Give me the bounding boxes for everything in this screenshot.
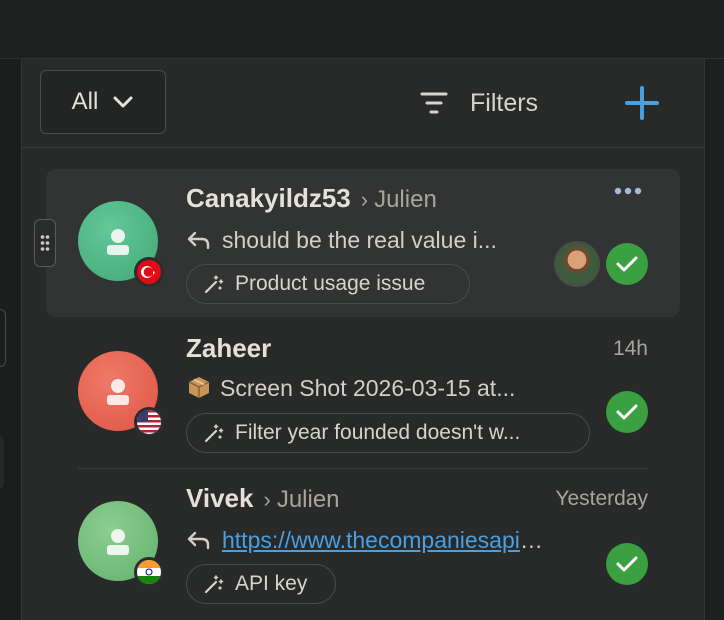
conversation-tag[interactable]: Filter year founded doesn't w... <box>186 413 590 453</box>
magic-wand-icon <box>204 575 224 594</box>
checkmark-icon <box>616 556 638 572</box>
timestamp: 14h <box>612 337 648 360</box>
status-filter-value: All <box>71 88 99 115</box>
package-emoji-icon <box>188 377 210 398</box>
left-sidebar-edge <box>0 59 22 620</box>
top-bar <box>0 0 724 59</box>
filters-label: Filters <box>470 88 539 117</box>
contact-name: Zaheer <box>186 333 272 363</box>
more-options-icon[interactable] <box>614 187 642 195</box>
conversation-item[interactable]: Zaheer 14h Screen Shot 2026-03-15 at... … <box>46 319 680 467</box>
user-silhouette-icon <box>107 529 129 555</box>
user-silhouette-icon <box>107 229 129 255</box>
assigned-agent-avatar <box>554 241 600 287</box>
resolve-check-button[interactable] <box>606 543 648 585</box>
magic-wand-icon <box>204 424 224 443</box>
reply-icon <box>187 231 210 250</box>
message-preview: should be the real value i... <box>186 227 546 254</box>
conversation-tag[interactable]: Product usage issue <box>186 264 470 304</box>
message-preview: Screen Shot 2026-03-15 at... <box>186 375 546 402</box>
resolve-check-button[interactable] <box>606 243 648 285</box>
chevron-right-icon: › <box>263 487 271 512</box>
add-conversation-button[interactable] <box>624 85 660 121</box>
checkmark-icon <box>616 404 638 420</box>
sidebar-edge-element <box>0 435 4 489</box>
status-filter-select[interactable]: All <box>40 70 166 134</box>
conversation-item[interactable]: Canakyildz53 › Julien should be the real v… <box>34 169 680 317</box>
contact-name: Vivek › Julien <box>186 483 340 513</box>
filter-lines-icon <box>420 92 448 114</box>
message-preview: https://www.thecompaniesapi.com <box>186 527 546 554</box>
conversation-list-panel: All Filters Canakyildz53 › Julien should b… <box>22 59 704 620</box>
magic-wand-icon <box>204 275 224 294</box>
user-silhouette-icon <box>107 379 129 405</box>
plus-icon <box>625 86 659 120</box>
reply-icon <box>187 531 210 550</box>
assignee-name: Julien <box>374 186 437 213</box>
list-toolbar: All Filters <box>22 59 704 148</box>
filters-button[interactable]: Filters <box>420 81 538 125</box>
turkey-flag-icon <box>134 257 164 287</box>
checkmark-icon <box>616 256 638 272</box>
drag-handle-icon[interactable] <box>34 219 56 267</box>
assignee-name: Julien <box>276 486 340 513</box>
chevron-down-icon <box>113 96 133 108</box>
chevron-right-icon: › <box>360 187 369 212</box>
message-link[interactable]: https://www.thecompaniesapi.com <box>222 527 546 553</box>
usa-flag-icon <box>134 407 164 437</box>
timestamp: Yesterday <box>555 487 648 510</box>
conversation-tag[interactable]: API key <box>186 564 336 604</box>
conversation-item[interactable]: Vivek › Julien Yesterday https://www.theco… <box>46 469 680 617</box>
sidebar-edge-element <box>0 309 6 367</box>
right-panel-edge <box>704 59 724 620</box>
contact-name: Canakyildz53 › Julien <box>186 183 437 213</box>
resolve-check-button[interactable] <box>606 391 648 433</box>
india-flag-icon <box>134 557 164 587</box>
